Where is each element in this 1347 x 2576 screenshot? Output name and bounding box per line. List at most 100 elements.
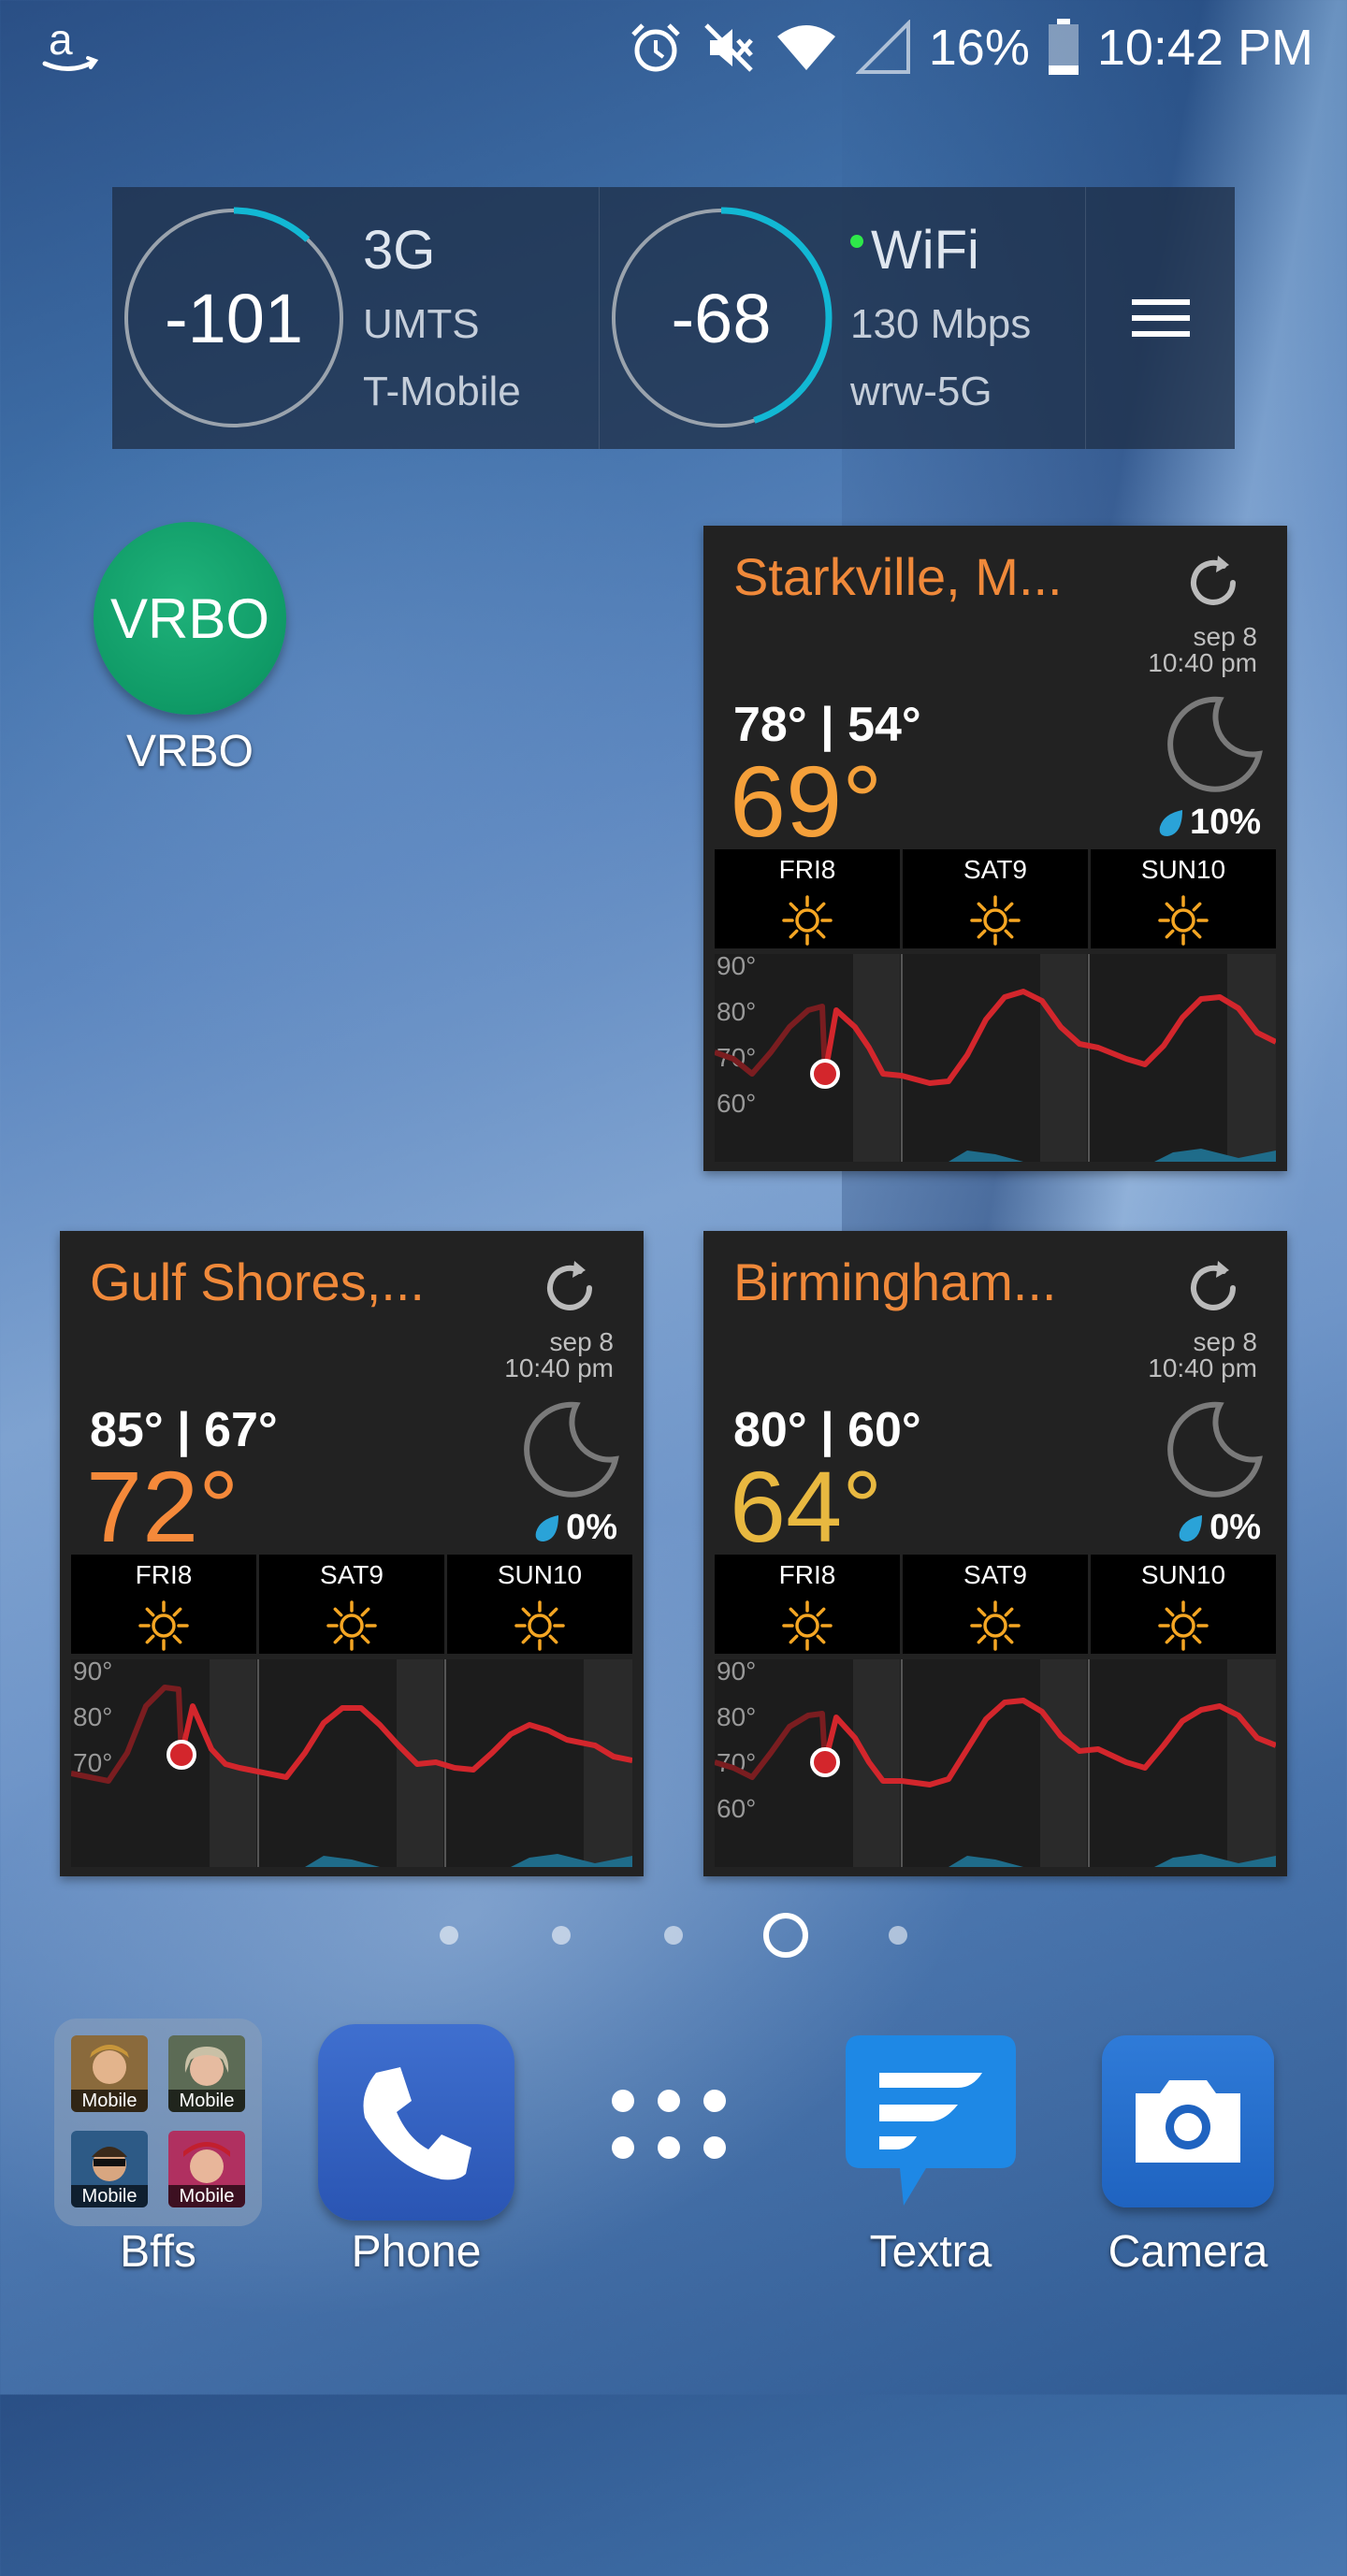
forecast-days: FRI8 SAT9 SUN10 [715,1555,1276,1654]
temperature-graph: 90°80°70°60° [715,954,1276,1162]
weather-widget-gulf-shores[interactable]: Gulf Shores,... sep 8 10:40 pm 85° | 67° … [60,1231,644,1876]
contact-tag: Mobile [168,2185,245,2207]
raindrop-icon [1159,809,1182,836]
forecast-day-label: FRI8 [778,1560,836,1589]
vrbo-app-icon[interactable]: VRBO [94,522,286,715]
wifi-icon [776,25,835,70]
precipitation: 0% [534,1508,617,1548]
sun-icon [970,895,1021,946]
camera-app-label[interactable]: Camera [1085,2226,1291,2278]
contact-4[interactable]: Mobile [168,2131,245,2207]
weather-updated: sep 8 10:40 pm [504,1327,614,1382]
wifi-ssid: wrw-5G [850,369,992,414]
forecast-day: FRI8 [715,849,900,948]
sun-icon [1158,895,1209,946]
forecast-day: FRI8 [715,1555,900,1654]
battery-icon [1048,19,1079,75]
forecast-day: SAT9 [259,1555,444,1654]
network-menu-panel[interactable] [1085,187,1236,449]
battery-percent: 16% [928,20,1030,76]
vrbo-icon-text: VRBO [109,586,270,650]
phone-app-label[interactable]: Phone [313,2226,519,2278]
wifi-signal-value: -68 [671,279,772,357]
weather-current-temp: 69° [730,745,883,858]
moon-icon [1167,1401,1263,1498]
bffs-folder-label[interactable]: Bffs [55,2226,261,2278]
clock: 10:42 PM [1096,20,1313,76]
camera-app-icon[interactable] [1102,2035,1274,2207]
temperature-graph: 90°80°70°60° [715,1659,1276,1867]
precipitation: 0% [1178,1508,1261,1548]
forecast-day: SUN10 [1091,1555,1276,1654]
graph-axis-label: 80° [73,1702,112,1731]
forecast-day: SAT9 [903,1555,1088,1654]
weather-city[interactable]: Gulf Shores,... [90,1252,425,1312]
graph-axis-label: 60° [717,1089,756,1118]
sun-icon [326,1600,377,1651]
refresh-icon[interactable] [1180,1255,1246,1321]
weather-city[interactable]: Birmingham... [733,1252,1056,1312]
page-dot[interactable] [664,1926,683,1945]
moon-icon [1167,696,1263,792]
amazon-icon[interactable]: a [37,13,103,79]
vrbo-app-label[interactable]: VRBO [56,726,324,777]
forecast-days: FRI8 SAT9 SUN10 [71,1555,632,1654]
sun-icon [782,1600,833,1651]
sun-icon [970,1600,1021,1651]
graph-axis-label: 80° [717,997,756,1026]
camera-lens-icon [1136,2080,1240,2163]
weather-widget-birmingham[interactable]: Birmingham... sep 8 10:40 pm 80° | 60° 64… [703,1231,1287,1876]
temperature-graph: 90°80°70° [71,1659,632,1867]
refresh-icon[interactable] [1180,550,1246,615]
forecast-day-label: SUN10 [1140,1560,1226,1589]
page-dot-active[interactable] [763,1913,808,1958]
forecast-day-label: SUN10 [1140,855,1226,884]
forecast-day-label: SAT9 [320,1560,384,1589]
contact-1[interactable]: Mobile [71,2035,148,2112]
contact-tag: Mobile [168,2090,245,2112]
page-dot[interactable] [440,1926,458,1945]
svg-text:a: a [49,15,73,64]
refresh-icon[interactable] [537,1255,602,1321]
graph-axis-label: 90° [717,1659,756,1686]
moon-icon [524,1401,619,1498]
textra-app-label[interactable]: Textra [828,2226,1034,2278]
cell-network-tech: UMTS [363,301,480,347]
current-time-marker [167,1740,196,1770]
cell-signal-panel[interactable]: -101 3G UMTS T-Mobile [112,187,599,449]
cell-signal-icon [855,20,910,74]
weather-widget-starkville[interactable]: Starkville, M... sep 8 10:40 pm 78° | 54°… [703,526,1287,1171]
network-signal-widget[interactable]: -101 3G UMTS T-Mobile -68 WiFi 130 Mbps … [112,187,1235,449]
current-time-marker [810,1059,840,1089]
sun-icon [782,895,833,946]
precipitation: 10% [1158,803,1261,843]
forecast-day: SUN10 [1091,849,1276,948]
forecast-day-label: FRI8 [135,1560,193,1589]
bffs-folder[interactable]: Mobile Mobile Mobile Mobile [54,2019,262,2226]
page-dot[interactable] [889,1926,907,1945]
menu-icon[interactable] [1128,290,1194,346]
contact-tag: Mobile [71,2090,148,2112]
textra-app-icon[interactable] [842,2032,1020,2209]
weather-updated: sep 8 10:40 pm [1148,1327,1257,1382]
wifi-signal-panel[interactable]: -68 WiFi 130 Mbps wrw-5G [599,187,1086,449]
phone-app-icon[interactable] [318,2024,514,2221]
raindrop-icon [1179,1514,1203,1541]
weather-city[interactable]: Starkville, M... [733,546,1063,607]
forecast-day-label: FRI8 [778,855,836,884]
contact-3[interactable]: Mobile [71,2131,148,2207]
contact-2[interactable]: Mobile [168,2035,245,2112]
forecast-day-label: SUN10 [497,1560,583,1589]
cell-carrier: T-Mobile [363,369,521,414]
cell-network-type: 3G [363,220,436,281]
page-dot[interactable] [552,1926,571,1945]
graph-axis-label: 90° [73,1659,112,1686]
graph-axis-label: 60° [717,1794,756,1823]
graph-axis-label: 80° [717,1702,756,1731]
graph-axis-label: 90° [717,954,756,980]
status-bar: a 16% 10:42 PM [0,0,1347,94]
contact-tag: Mobile [71,2185,148,2207]
current-time-marker [810,1747,840,1777]
app-drawer-icon[interactable] [599,2077,739,2170]
phone-handset-icon [363,2067,471,2180]
